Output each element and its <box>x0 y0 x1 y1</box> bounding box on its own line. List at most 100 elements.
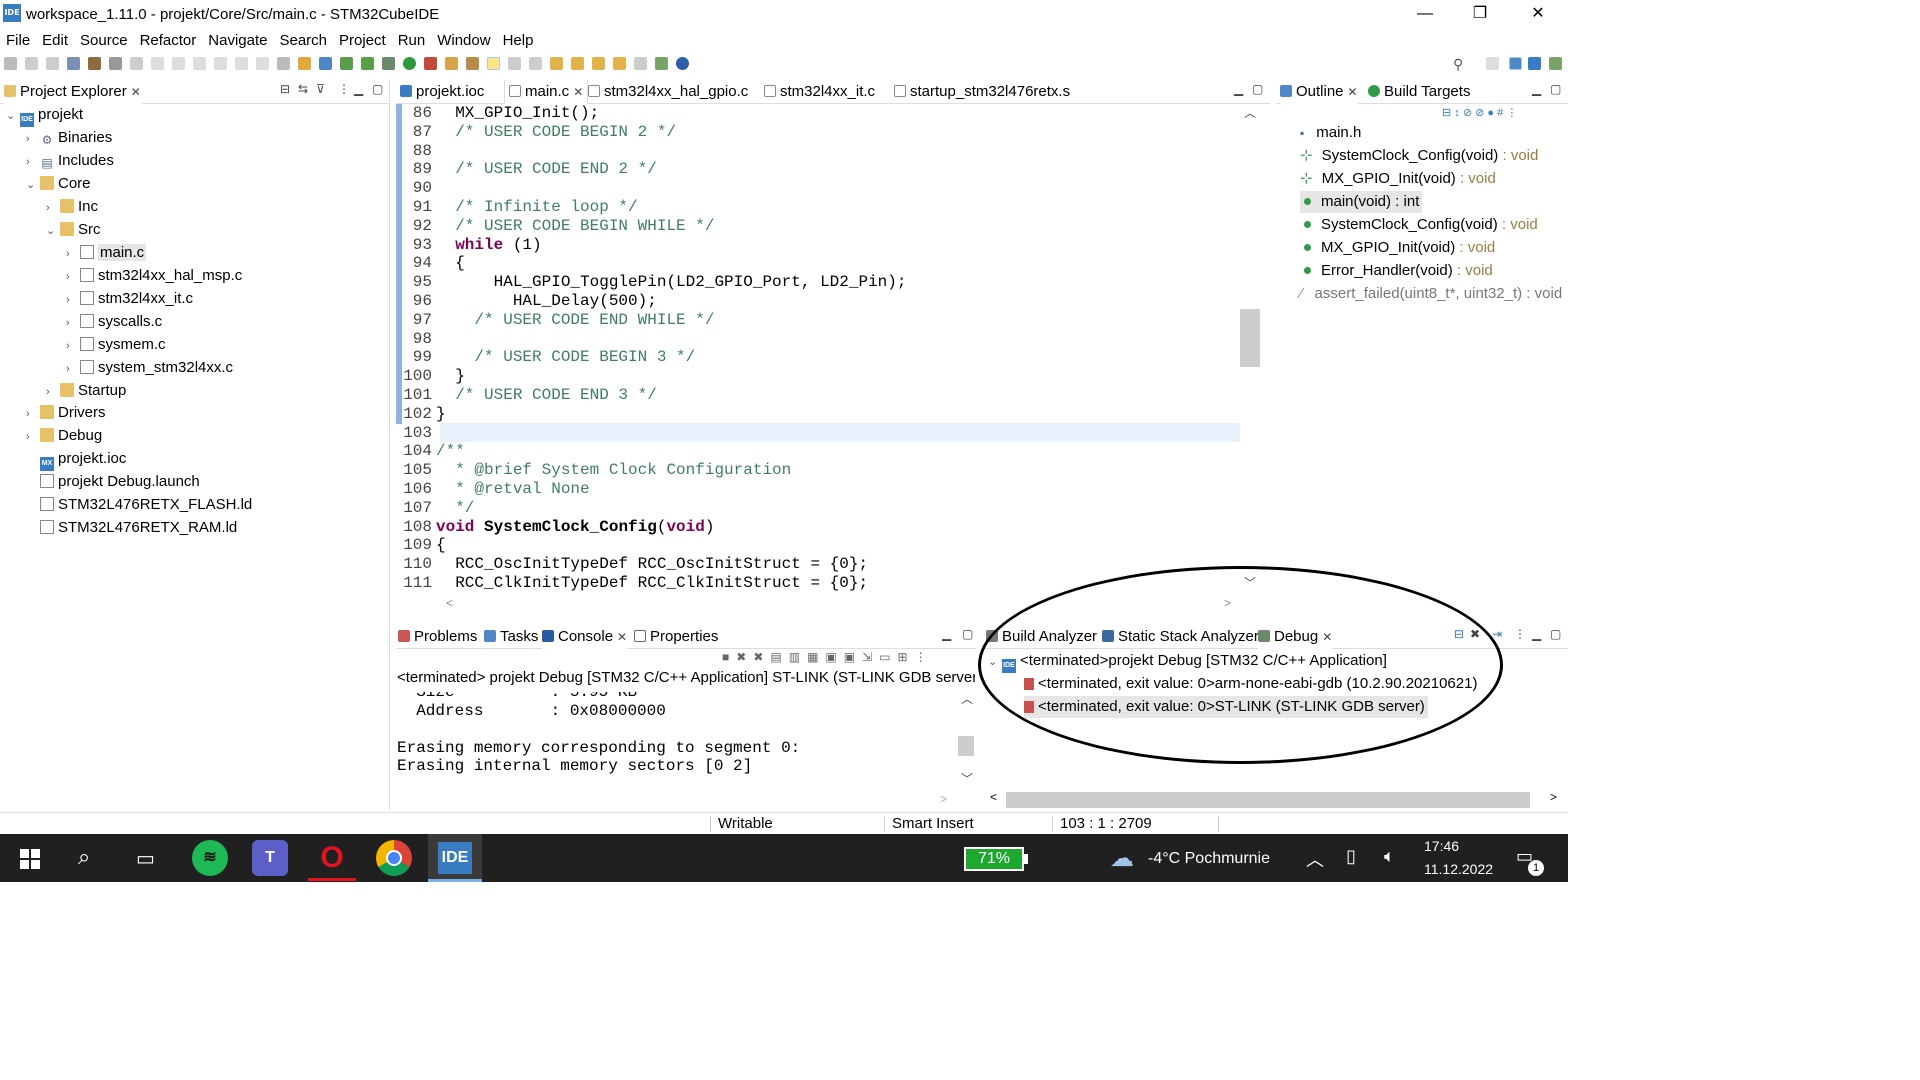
minimize-icon[interactable]: ▁ <box>1532 627 1541 641</box>
outline-item[interactable]: ▪ main.h <box>1300 122 1361 144</box>
prev-annotation-icon[interactable] <box>571 57 584 70</box>
tree-item[interactable]: ⌄ IDE projekt <box>6 104 83 127</box>
scroll-right-icon[interactable]: > <box>1550 790 1557 804</box>
console-output[interactable]: Size : 5.95 KB Address : 0x08000000 Erasi… <box>396 692 956 792</box>
tab-problems[interactable]: Problems <box>398 625 477 649</box>
chevron-right-icon[interactable]: › <box>46 197 60 219</box>
minimize-icon[interactable]: ▁ <box>1234 82 1243 96</box>
opera-icon[interactable]: O <box>314 840 350 876</box>
tree-item[interactable]: › ⚙ Binaries <box>26 127 112 149</box>
code-line[interactable]: 87 /* USER CODE BEGIN 2 */ <box>396 123 1242 142</box>
status-insert-mode[interactable]: Smart Insert <box>892 813 974 835</box>
minimize-button[interactable]: — <box>1410 4 1440 26</box>
open-perspective-icon[interactable] <box>1486 57 1499 70</box>
tree-item[interactable]: projekt Debug.launch <box>26 471 200 493</box>
remove-launch-icon[interactable]: ✖ <box>736 650 753 664</box>
pin-console-icon[interactable]: ⇲ <box>862 650 879 664</box>
chevron-right-icon[interactable]: › <box>66 289 80 311</box>
code-line[interactable]: 88 <box>396 142 1242 161</box>
outline-item[interactable]: main(void) : int <box>1300 191 1423 213</box>
next-annotation-icon[interactable] <box>550 57 563 70</box>
tab-it-c[interactable]: stm32l4xx_it.c <box>764 80 875 104</box>
tab-projekt-ioc[interactable]: projekt.ioc <box>400 80 484 104</box>
build-all-icon[interactable] <box>109 57 122 70</box>
code-line[interactable]: 110 RCC_OscInitTypeDef RCC_OscInitStruct… <box>396 555 1242 574</box>
menu-help[interactable]: Help <box>497 30 540 52</box>
code-line[interactable]: 95 HAL_GPIO_TogglePin(LD2_GPIO_Port, LD2… <box>396 273 1242 292</box>
chevron-right-icon[interactable]: › <box>66 266 80 288</box>
maximize-icon[interactable]: ▢ <box>372 82 383 96</box>
tree-item[interactable]: › ▤ Includes <box>26 150 114 172</box>
cpp-perspective-icon[interactable] <box>1509 57 1522 70</box>
windows-start-icon[interactable] <box>20 849 40 869</box>
suspend-icon[interactable] <box>172 57 185 70</box>
last-edit-icon[interactable] <box>592 57 605 70</box>
code-line[interactable]: 94 { <box>396 254 1242 273</box>
show-stdout-icon[interactable]: ▣ <box>825 650 843 664</box>
hide-static-icon[interactable]: ⊘ <box>1475 107 1484 119</box>
save-icon[interactable] <box>25 57 38 70</box>
hide-nonpublic-icon[interactable]: ● <box>1487 107 1494 119</box>
chevron-right-icon[interactable]: › <box>66 335 80 357</box>
step-return-icon[interactable] <box>256 57 269 70</box>
tab-tasks[interactable]: Tasks <box>484 625 538 649</box>
new-icon[interactable] <box>4 57 17 70</box>
outline-item[interactable]: ⊹ SystemClock_Config(void) : void <box>1300 145 1538 167</box>
hide-fields-icon[interactable]: ⊘ <box>1463 107 1472 119</box>
open-type-icon[interactable] <box>445 57 458 70</box>
collapse-all-icon[interactable]: ⊟ <box>1442 107 1451 119</box>
scrollbar-thumb[interactable] <box>1240 309 1260 367</box>
code-line[interactable]: 105 * @brief System Clock Configuration <box>396 461 1242 480</box>
menu-source[interactable]: Source <box>74 30 134 52</box>
tab-properties[interactable]: Properties <box>634 625 718 649</box>
view-menu-icon[interactable]: ⋮ <box>1506 107 1517 119</box>
clear-console-icon[interactable]: ▤ <box>770 650 788 664</box>
maximize-icon[interactable]: ▢ <box>962 627 973 641</box>
clock-time[interactable]: 17:46 <box>1424 838 1459 854</box>
chevron-down-icon[interactable]: ⌄ <box>6 105 20 127</box>
tree-item[interactable]: › sysmem.c <box>66 334 166 356</box>
debug-perspective-icon[interactable] <box>1549 57 1562 70</box>
close-icon[interactable]: ✕ <box>617 630 627 644</box>
filter-icon[interactable]: ⊽ <box>316 82 325 96</box>
word-wrap-icon[interactable]: ▦ <box>807 650 825 664</box>
chevron-down-icon[interactable]: ⌄ <box>46 220 60 242</box>
outline-item[interactable]: Error_Handler(void) : void <box>1300 260 1493 282</box>
chevron-right-icon[interactable]: › <box>26 128 40 150</box>
scroll-up-icon[interactable]: ︿ <box>961 690 973 707</box>
skip-icon[interactable] <box>130 57 143 70</box>
device-icon[interactable]: ▯ <box>1346 846 1356 867</box>
chevron-right-icon[interactable]: › <box>66 358 80 380</box>
step-over-icon[interactable] <box>235 57 248 70</box>
tab-console[interactable]: Console ✕ <box>542 625 628 649</box>
weather-text[interactable]: -4°C Pochmurnie <box>1148 850 1270 868</box>
search-icon[interactable]: ⚲ <box>1453 56 1463 73</box>
open-console-icon[interactable]: ⊞ <box>898 650 915 664</box>
scroll-left-icon[interactable]: < <box>446 596 453 610</box>
external-tools-icon[interactable] <box>424 57 437 70</box>
code-line[interactable]: 96 HAL_Delay(500); <box>396 292 1242 311</box>
speaker-icon[interactable]: 🔈︎ <box>1384 846 1395 867</box>
outline-item[interactable]: MX_GPIO_Init(void) : void <box>1300 237 1495 259</box>
close-icon[interactable]: ✕ <box>131 85 141 99</box>
teams-icon[interactable]: T <box>252 840 288 876</box>
tree-item[interactable]: › stm32l4xx_hal_msp.c <box>66 265 242 287</box>
chevron-up-icon[interactable]: ︿ <box>1306 846 1324 872</box>
menu-search[interactable]: Search <box>273 30 333 52</box>
scroll-down-icon[interactable]: ﹀ <box>961 770 973 787</box>
run-icon[interactable] <box>403 57 416 70</box>
code-line[interactable]: 92 /* USER CODE BEGIN WHILE */ <box>396 217 1242 236</box>
chevron-down-icon[interactable]: ⌄ <box>26 174 40 196</box>
maximize-icon[interactable]: ▢ <box>1550 82 1561 96</box>
tab-build-targets[interactable]: Build Targets <box>1368 80 1470 104</box>
tree-item[interactable]: STM32L476RETX_RAM.ld <box>26 517 237 539</box>
code-line[interactable]: 107 */ <box>396 499 1242 518</box>
close-icon[interactable]: ✕ <box>1348 85 1358 99</box>
debug-icon[interactable] <box>382 57 395 70</box>
code-line[interactable]: 93 while (1) <box>396 236 1242 255</box>
tree-item[interactable]: › stm32l4xx_it.c <box>66 288 193 310</box>
forward-icon[interactable] <box>634 57 647 70</box>
chevron-right-icon[interactable]: › <box>66 312 80 334</box>
tree-item[interactable]: STM32L476RETX_FLASH.ld <box>26 494 252 516</box>
tree-item[interactable]: › syscalls.c <box>66 311 162 333</box>
